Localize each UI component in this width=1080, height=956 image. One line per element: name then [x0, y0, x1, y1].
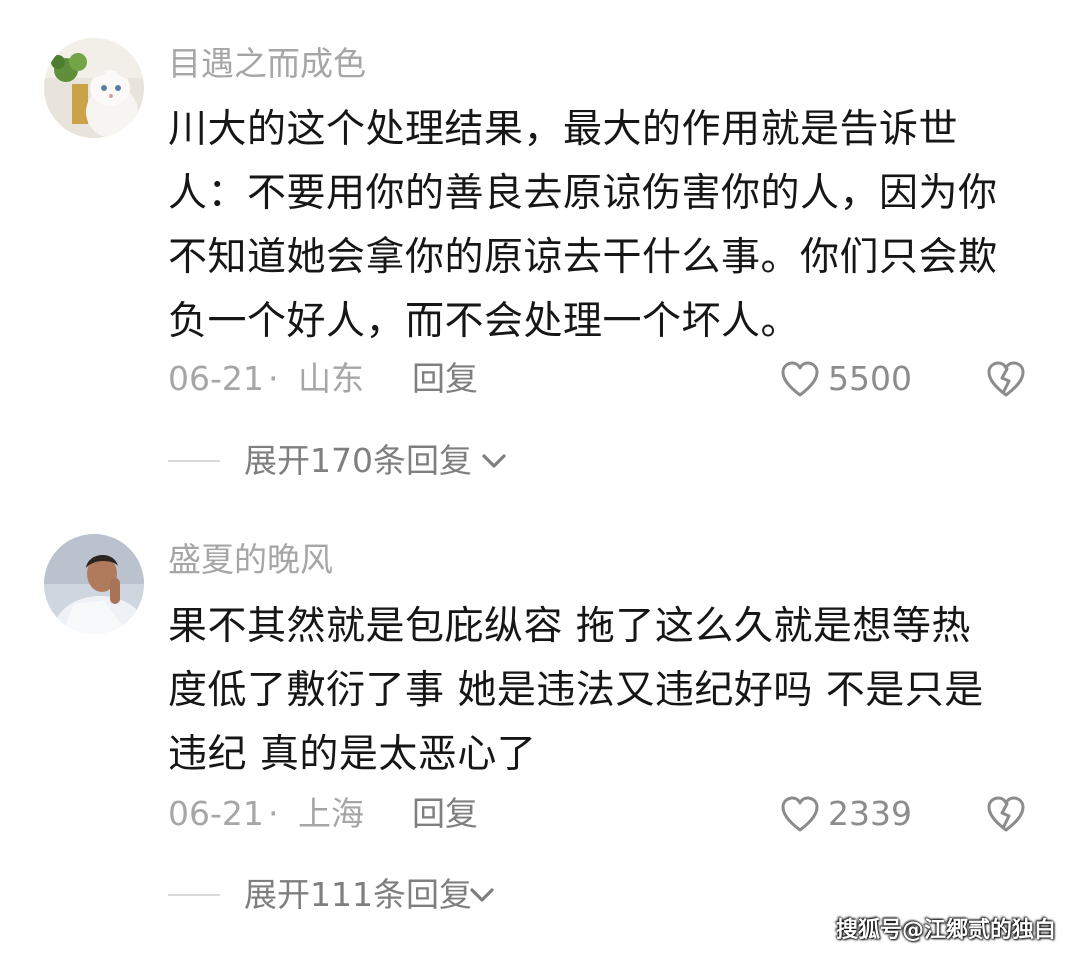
like-count: 5500: [828, 359, 912, 398]
expand-replies-label: 展开111条回复: [244, 875, 472, 914]
comment-date: 06-21: [168, 794, 264, 833]
comment-text: 果不其然就是包庇纵容 拖了这么久就是想等热 度低了敷衍了事 她是违法又违纪好吗 …: [168, 595, 1038, 787]
comment-line: 川大的这个处理结果，最大的作用就是告诉世: [168, 107, 959, 152]
divider-line: [168, 894, 220, 896]
comment-line: 果不其然就是包庇纵容 拖了这么久就是想等热: [168, 604, 971, 649]
expand-replies-button[interactable]: 展开111条回复: [168, 870, 528, 920]
comment-meta: 06-21 · 山东 回复 5500: [168, 354, 1038, 404]
username[interactable]: 盛夏的晚风: [168, 538, 333, 582]
comment-line: 不知道她会拿你的原谅去干什么事。你们只会欺: [168, 235, 998, 280]
heart-outline-icon: [781, 796, 819, 832]
comment-meta: 06-21 · 上海 回复 2339: [168, 789, 1038, 839]
expand-replies-button[interactable]: 展开170条回复: [168, 436, 528, 486]
like-count: 2339: [828, 794, 912, 833]
heart-outline-icon: [781, 361, 819, 397]
meta-separator: ·: [268, 794, 279, 833]
chevron-down-icon: [470, 888, 494, 902]
broken-heart-icon[interactable]: [986, 359, 1026, 399]
comment-location: 上海: [298, 794, 364, 833]
watermark: 搜狐号@江郷贰的独白: [835, 918, 1056, 943]
reply-button[interactable]: 回复: [412, 789, 478, 839]
comment-date: 06-21: [168, 359, 264, 398]
comment-text: 川大的这个处理结果，最大的作用就是告诉世 人：不要用你的善良去原谅伤害你的人，因…: [168, 98, 1038, 354]
meta-separator: ·: [268, 359, 279, 398]
cat-avatar-image: [44, 38, 144, 138]
comment-line: 违纪 真的是太恶心了: [168, 732, 537, 777]
person-avatar-image: [44, 534, 144, 634]
username[interactable]: 目遇之而成色: [168, 42, 366, 86]
comment-location: 山东: [298, 359, 364, 398]
avatar[interactable]: [44, 534, 144, 634]
comment-line: 度低了敷衍了事 她是违法又违纪好吗 不是只是: [168, 668, 984, 713]
broken-heart-icon[interactable]: [986, 794, 1026, 834]
chevron-down-icon: [482, 454, 506, 468]
comment-line: 负一个好人，而不会处理一个坏人。: [168, 299, 801, 344]
reply-button[interactable]: 回复: [412, 354, 478, 404]
expand-replies-label: 展开170条回复: [244, 441, 472, 480]
avatar[interactable]: [44, 38, 144, 138]
divider-line: [168, 460, 220, 462]
comment-line: 人：不要用你的善良去原谅伤害你的人，因为你: [168, 171, 998, 216]
